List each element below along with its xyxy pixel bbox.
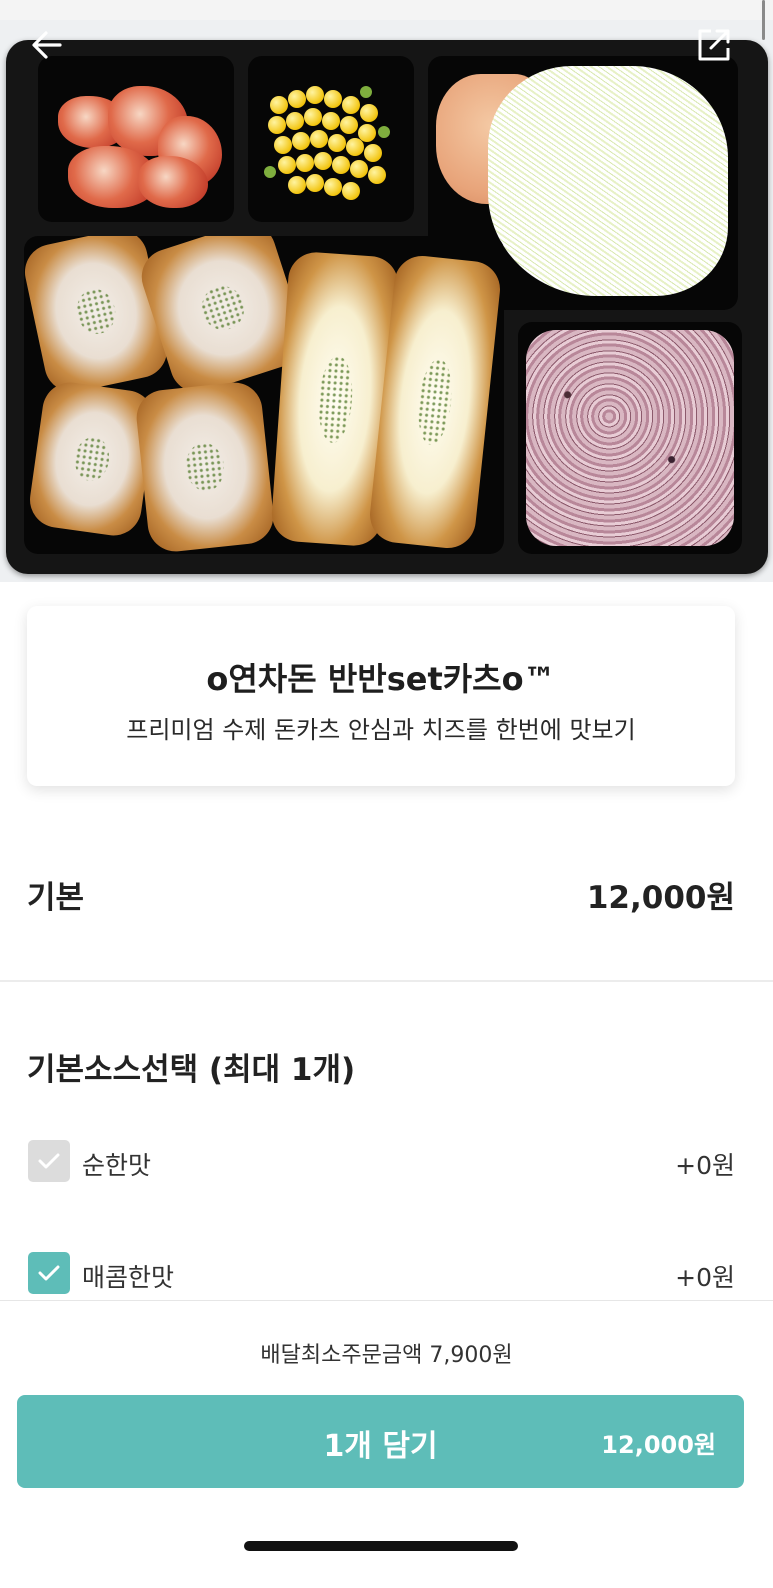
sauce-option-spicy[interactable]: 매콤한맛 +0원: [28, 1252, 735, 1294]
option-label: 매콤한맛: [82, 1263, 175, 1292]
add-to-cart-button[interactable]: 1개 담기 12,000원: [17, 1395, 744, 1488]
lunchbox-tray: [6, 40, 768, 574]
corn-compartment: [248, 56, 414, 222]
base-price-value: 12,000원: [586, 880, 735, 916]
product-name: o연차돈 반반set카츠o™: [206, 660, 556, 698]
option-checkbox[interactable]: [28, 1140, 70, 1182]
home-indicator: [244, 1541, 518, 1551]
product-photo: [0, 0, 773, 582]
share-icon: [698, 29, 730, 61]
scroll-indicator: [762, 0, 765, 40]
add-to-cart-price: 12,000원: [601, 1431, 716, 1459]
base-price-row: 기본 12,000원: [27, 868, 735, 918]
rice-compartment: [518, 322, 742, 554]
sauce-section-title: 기본소스선택 (최대 1개): [27, 1052, 356, 1088]
back-arrow-icon: [32, 31, 62, 59]
option-label: 순한맛: [82, 1151, 152, 1180]
section-divider: [0, 980, 773, 982]
product-info-card: o연차돈 반반set카츠o™ 프리미엄 수제 돈카츠 안심과 치즈를 한번에 맛…: [27, 606, 735, 786]
base-price-label: 기본: [27, 880, 85, 916]
order-bar: 배달최소주문금액 7,900원 1개 담기 12,000원: [0, 1300, 773, 1588]
status-strip: [0, 0, 773, 20]
option-price: +0원: [675, 1151, 735, 1180]
min-order-notice: 배달최소주문금액 7,900원: [260, 1343, 513, 1368]
sauce-option-mild[interactable]: 순한맛 +0원: [28, 1140, 735, 1182]
option-checkbox[interactable]: [28, 1252, 70, 1294]
option-price: +0원: [675, 1263, 735, 1292]
share-button[interactable]: [697, 28, 731, 62]
back-button[interactable]: [30, 28, 64, 62]
check-icon: [38, 1153, 60, 1169]
cutlet-compartment: [24, 236, 504, 554]
product-description: 프리미엄 수제 돈카츠 안심과 치즈를 한번에 맛보기: [126, 716, 636, 744]
kimchi-compartment: [38, 56, 234, 222]
check-icon: [38, 1265, 60, 1281]
